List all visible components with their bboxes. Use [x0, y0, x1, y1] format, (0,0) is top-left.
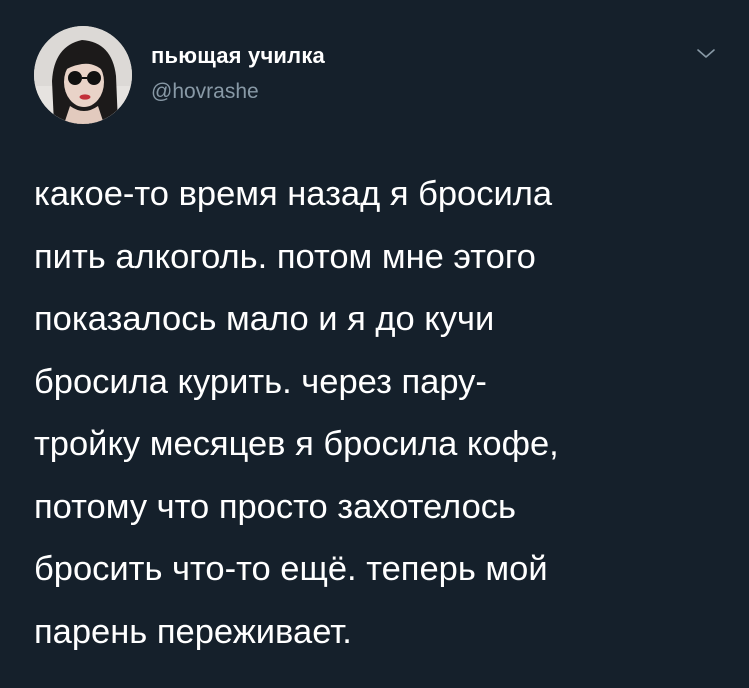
chevron-down-icon[interactable]	[694, 46, 718, 62]
tweet-text: какое-то время назад я бросила пить алко…	[34, 175, 559, 651]
author-handle[interactable]: @hovrashe	[151, 80, 259, 104]
author-display-name[interactable]: пьющая училка	[151, 43, 325, 69]
author-avatar[interactable]	[34, 26, 132, 124]
avatar-photo	[34, 26, 132, 124]
tweet-card: пьющая училка @hovrashe какое-то время н…	[0, 0, 749, 688]
